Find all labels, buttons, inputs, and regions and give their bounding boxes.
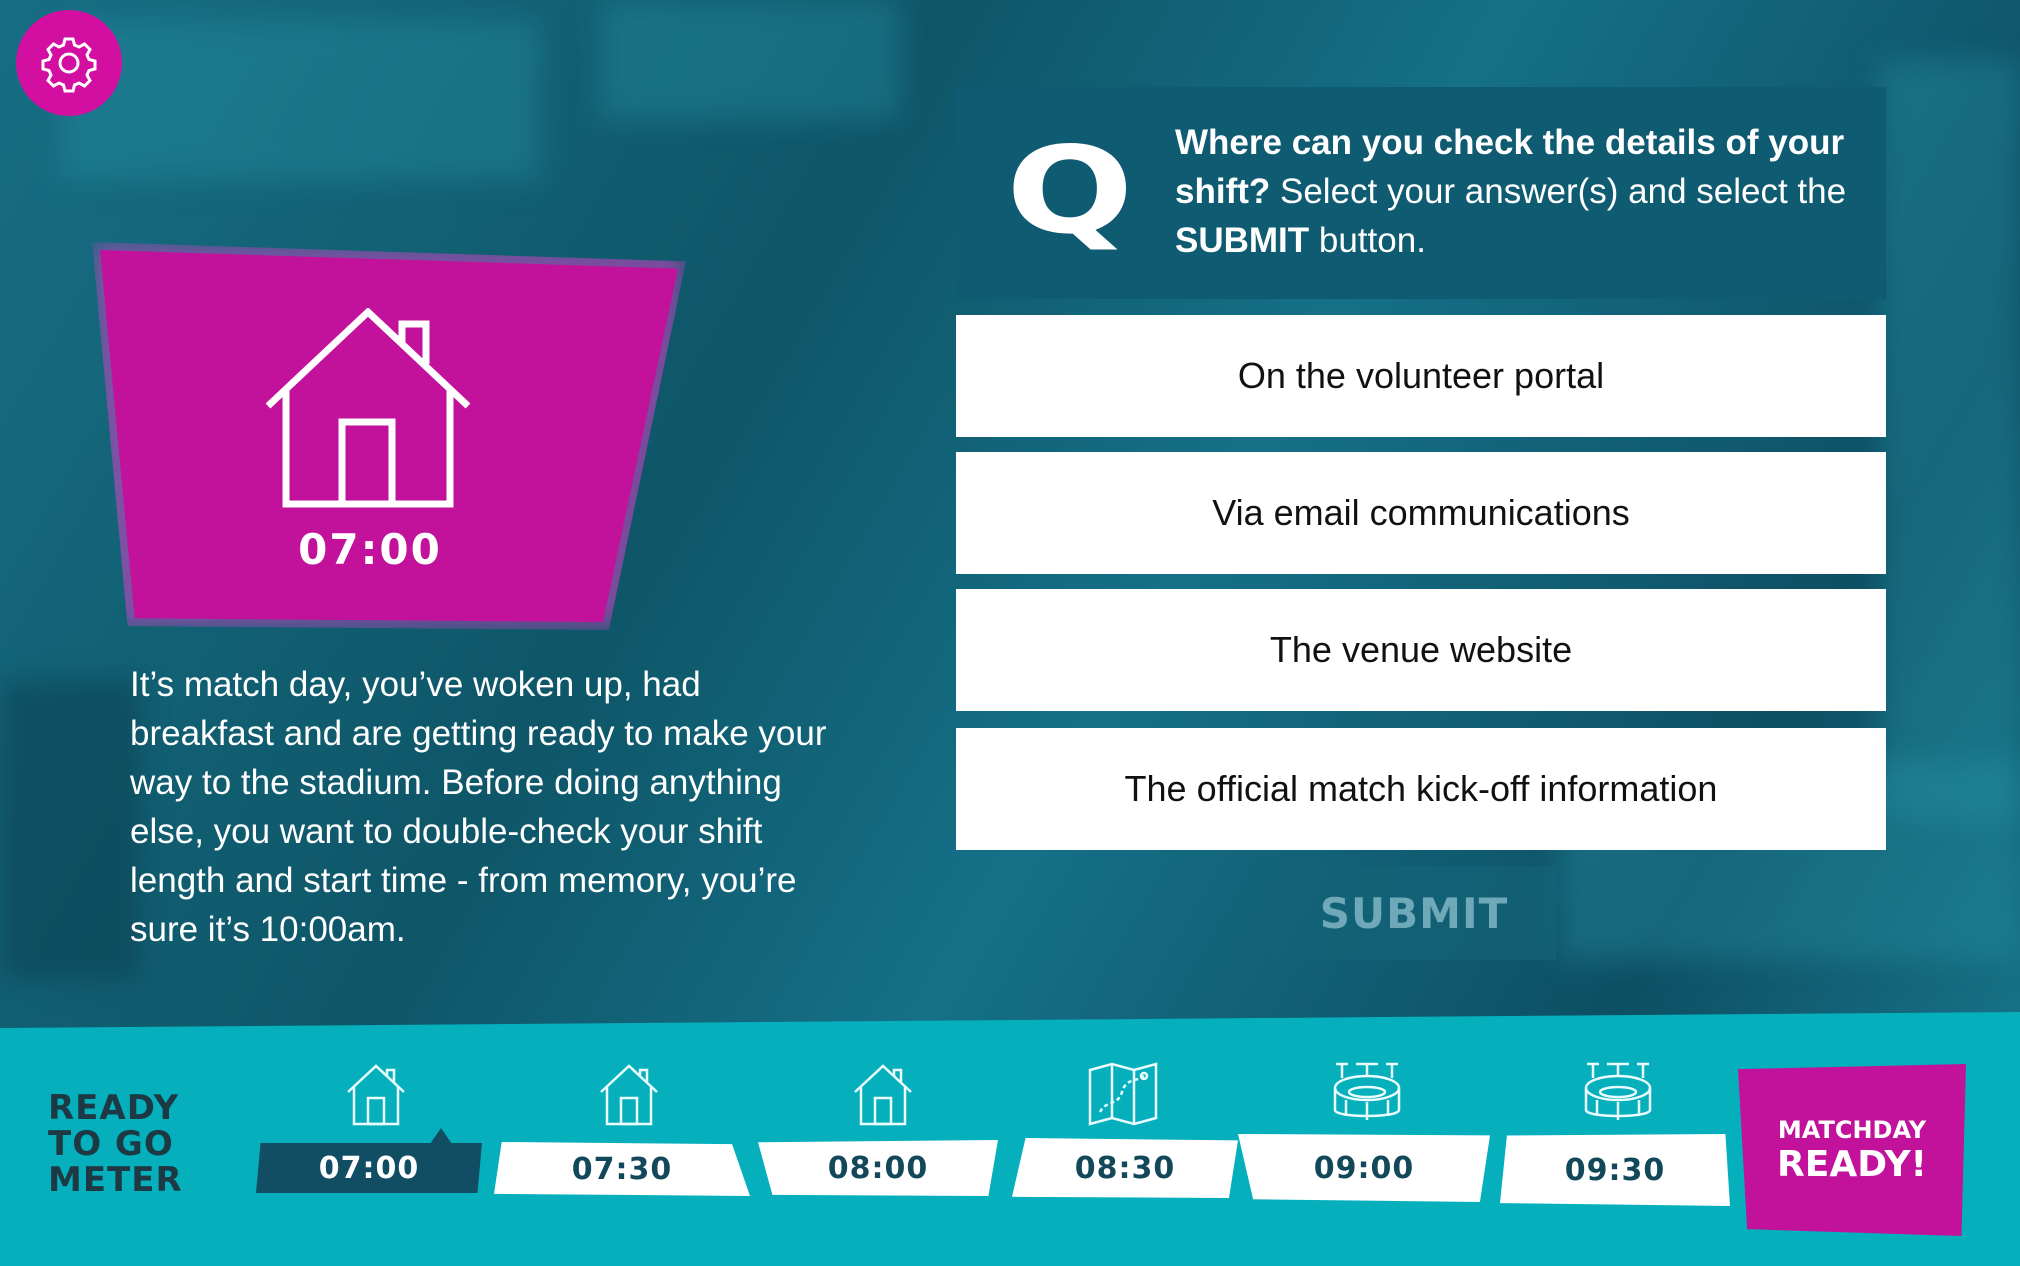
question-instruction-2: button. [1309,221,1426,260]
meter-title-line-1: READY [48,1088,180,1128]
meter-slot-4: 08:30 [1012,1138,1238,1198]
house-icon [854,1064,912,1126]
matchday-ready-badge: MATCHDAY READY! [1738,1064,1966,1236]
map-icon [1088,1062,1158,1126]
answer-option-4[interactable]: The official match kick-off information [956,728,1886,850]
settings-button[interactable] [16,10,122,116]
meter-title-line-2: TO GO [48,1124,174,1164]
answer-option-1[interactable]: On the volunteer portal [956,315,1886,437]
answer-option-2[interactable]: Via email communications [956,452,1886,574]
active-slot-pointer [430,1128,452,1144]
ready-label: READY! [1777,1143,1927,1185]
meter-slot-6: 09:30 [1500,1134,1730,1206]
matchday-label: MATCHDAY [1777,1115,1927,1144]
meter-slot-2: 07:30 [494,1142,750,1196]
submit-button[interactable]: SUBMIT [1272,866,1556,960]
gear-icon [41,37,97,93]
meter-title: READY TO GO METER [48,1090,183,1198]
meter-slot-3: 08:00 [758,1140,998,1196]
answer-option-3[interactable]: The venue website [956,589,1886,711]
question-submit-word: SUBMIT [1175,221,1310,260]
scenario-text: It’s match day, you’ve woken up, had bre… [130,665,827,949]
house-icon [265,308,471,508]
house-icon [600,1064,658,1126]
meter-slot-1: 07:00 [256,1143,482,1193]
stadium-icon [1333,1062,1401,1120]
question-instruction-1: Select your answer(s) and select the [1270,172,1847,211]
scene-time: 07:00 [298,525,442,574]
stadium-icon [1584,1062,1652,1120]
meter-slot-5: 09:00 [1238,1134,1490,1202]
meter-title-line-3: METER [48,1160,183,1200]
house-icon [347,1064,405,1126]
question-marker: Q [1006,122,1134,261]
question-text: Where can you check the details of your … [1175,118,1855,265]
